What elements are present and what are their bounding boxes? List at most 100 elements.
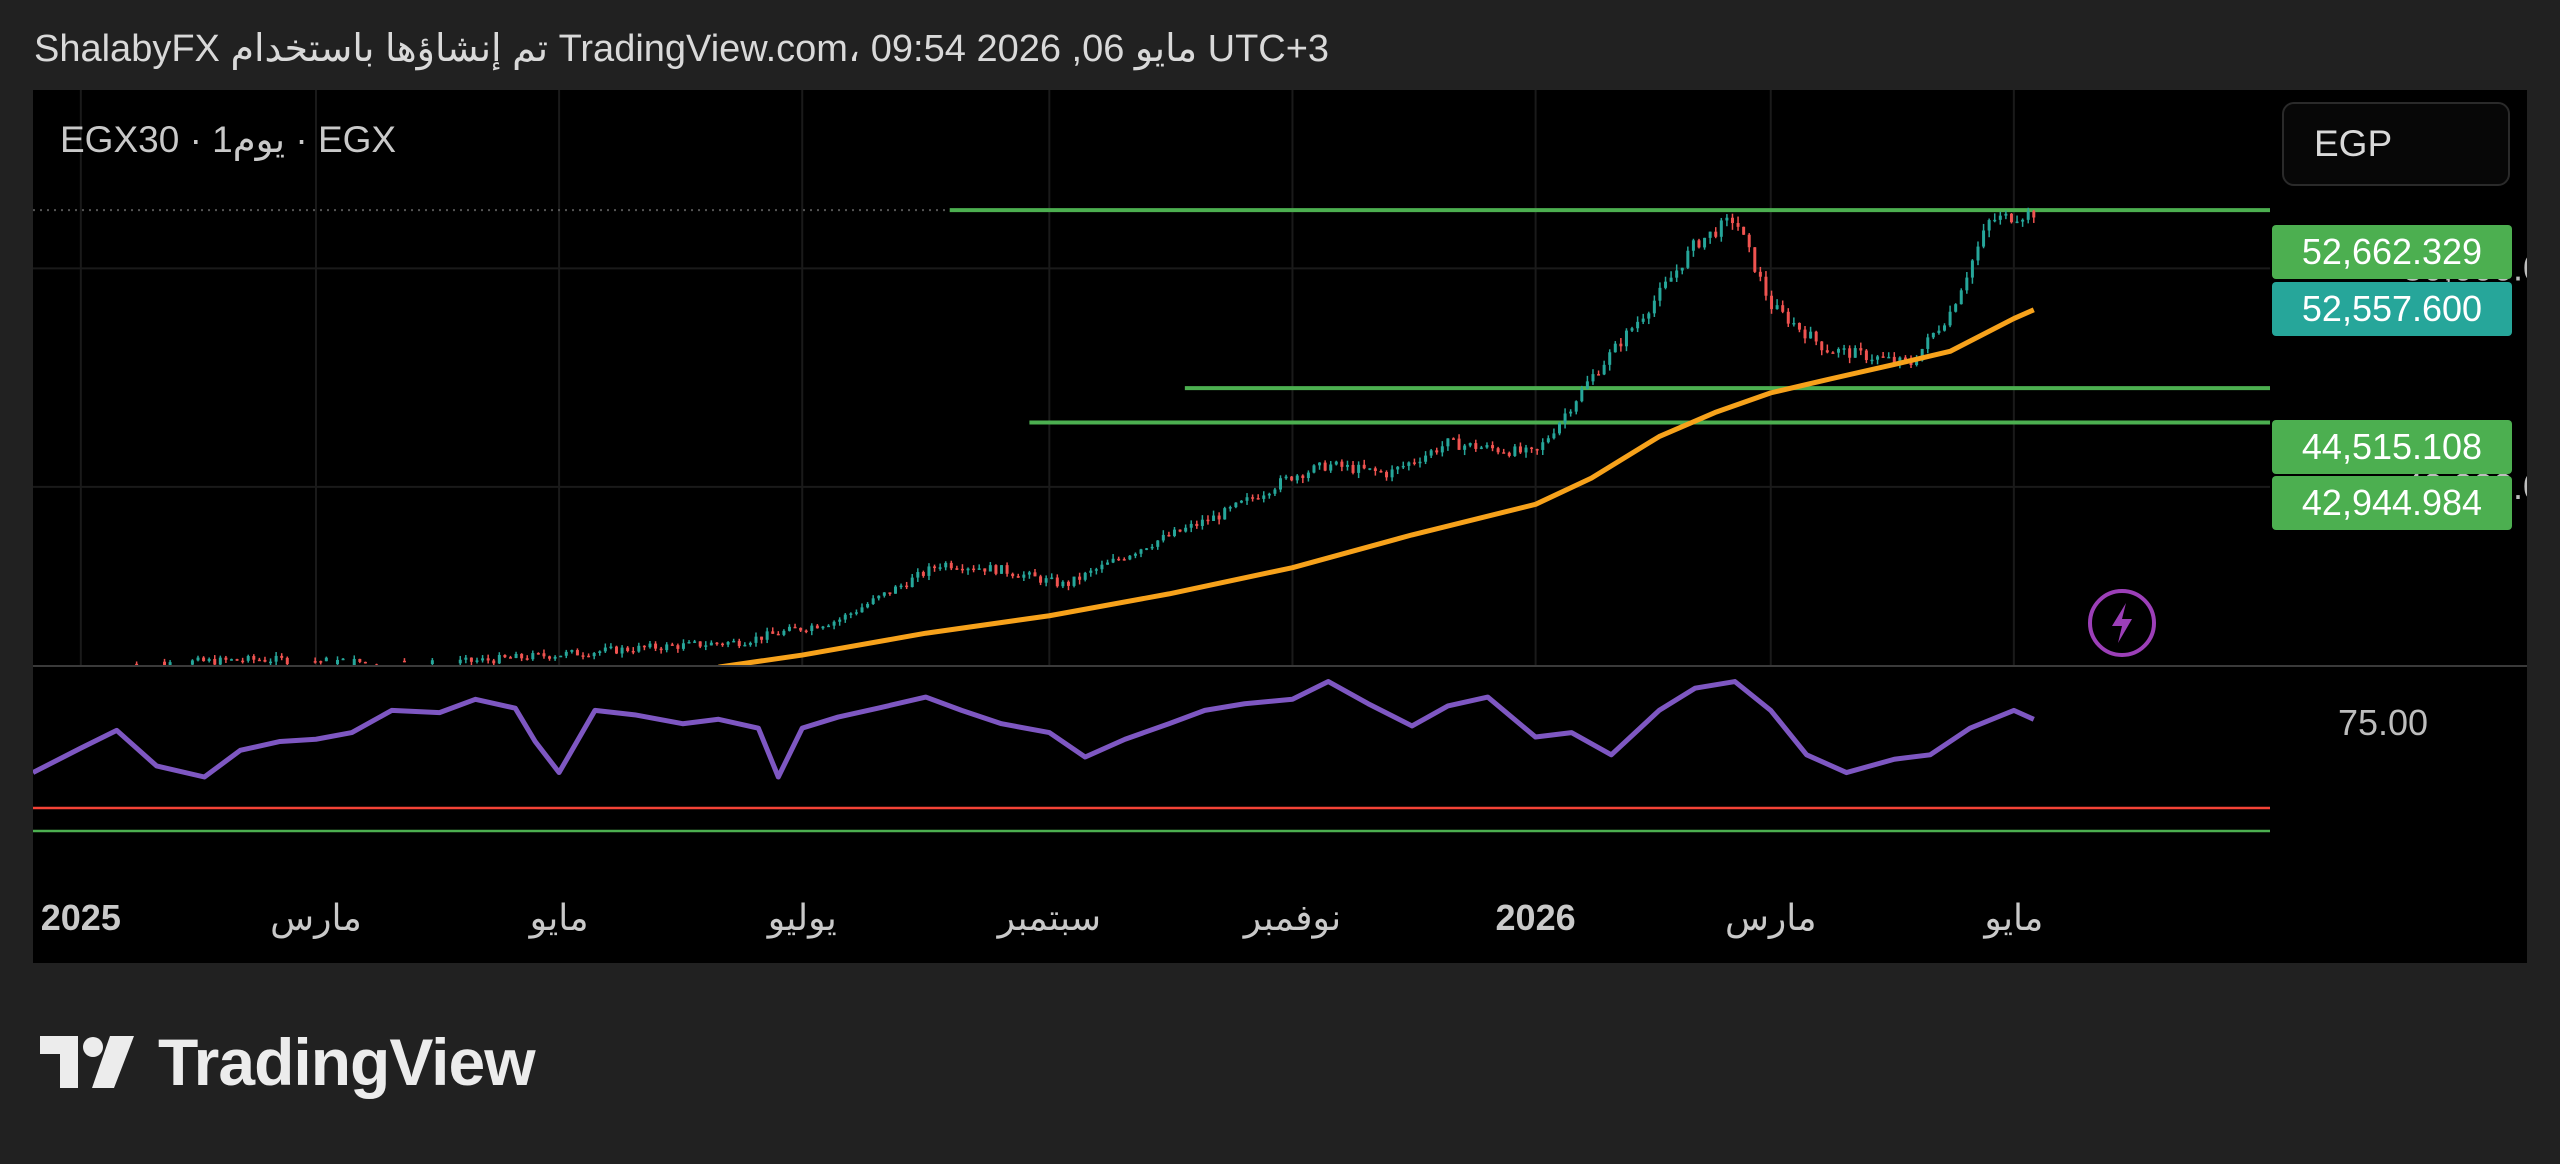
price-tag-42944: 42,944.984 [2272,476,2512,530]
candle-body [1351,464,1355,473]
candle-body [1440,446,1444,453]
candle-body [1987,220,1991,231]
candle-body [1139,549,1143,554]
candle-body [525,658,529,660]
price-tag-52662: 52,662.329 [2272,225,2512,279]
candle-body [1267,493,1271,496]
candle-body [1167,534,1171,537]
candle-body [944,562,948,568]
candle-body [687,641,691,644]
candle-body [1820,341,1824,351]
candle-body [464,657,468,660]
candle-body [1418,461,1422,464]
candle-body [1122,559,1126,561]
candle-body [1736,223,1740,227]
candle-body [229,659,233,661]
candle-body [1613,343,1617,353]
candle-body [1451,438,1455,440]
chart-frame[interactable]: 40,000.00050,000.00075.002025مارسمايويول… [33,90,2527,963]
moving-average-line [718,307,2035,670]
tradingview-brand[interactable]: TradingView [38,1022,536,1102]
candle-body [1719,220,1723,237]
candle-body [352,658,356,666]
candle-body [1373,468,1377,472]
candle-body [1290,476,1294,481]
candle-body [508,657,512,659]
currency-selector[interactable]: EGP [2282,102,2510,186]
candle-body [659,648,663,651]
candle-body [1039,576,1043,583]
candle-body [1803,329,1807,339]
candle-body [743,644,747,647]
candle-body [1887,356,1891,359]
candle-body [1524,447,1528,453]
candle-body [1245,497,1249,501]
candle-body [905,585,909,588]
candle-body [274,655,278,662]
candle-body [1312,465,1316,473]
candle-body [1189,523,1193,528]
candle-body [916,572,920,578]
candle-body [1401,465,1405,468]
candle-body [1864,350,1868,361]
candle-body [843,614,847,620]
candle-body [1027,572,1031,575]
candle-body [793,626,797,629]
candle-body [252,656,256,660]
candle-body [1061,581,1065,587]
candle-body [1786,311,1790,324]
candle-body [1825,350,1829,353]
candle-body [654,643,658,649]
candle-body [771,631,775,634]
candle-body [1212,515,1216,521]
candle-body [994,565,998,574]
candle-body [1200,519,1204,526]
candle-body [960,568,964,571]
candle-body [1239,500,1243,503]
x-tick-label: مارس [1725,897,1817,939]
chart-canvas[interactable]: 40,000.00050,000.00075.002025مارسمايويول… [33,90,2527,963]
candle-body [1993,219,1997,222]
candle-body [1943,325,1947,331]
candle-body [782,630,786,635]
candle-body [665,644,669,651]
candle-body [1256,498,1260,500]
candle-body [1680,267,1684,271]
candle-body [648,643,652,648]
candle-body [235,659,239,661]
candle-body [1747,234,1751,248]
candle-body [1318,462,1322,466]
candle-body [1641,318,1645,322]
candle-body [1083,572,1087,580]
candle-body [1228,507,1232,509]
candle-body [977,568,981,570]
price-tag-last: 52,557.600 [2272,282,2512,336]
candle-body [1541,442,1545,450]
candle-body [536,653,540,655]
candle-body [263,659,267,662]
candle-body [1457,438,1461,450]
candle-body [1195,523,1199,526]
candle-body [1664,281,1668,288]
candle-body [341,658,345,661]
candle-body [882,592,886,596]
candle-body [899,585,903,588]
candle-body [754,636,758,643]
candle-body [1580,388,1584,402]
candle-body [1145,548,1149,550]
candle-body [871,598,875,604]
candle-body [821,626,825,629]
candle-body [1518,446,1522,453]
candle-body [1050,577,1054,580]
candle-body [1714,231,1718,237]
candle-body [1954,304,1958,312]
candle-body [1206,519,1210,522]
symbol-label[interactable]: EGX30 · 1يوم · EGX [60,118,396,161]
lightning-bolt-icon[interactable] [2088,589,2156,657]
candle-body [737,640,741,647]
candle-body [626,647,630,651]
candle-body [715,642,719,645]
candle-body [938,567,942,569]
candle-body [2009,213,2013,223]
candle-body [1652,300,1656,314]
